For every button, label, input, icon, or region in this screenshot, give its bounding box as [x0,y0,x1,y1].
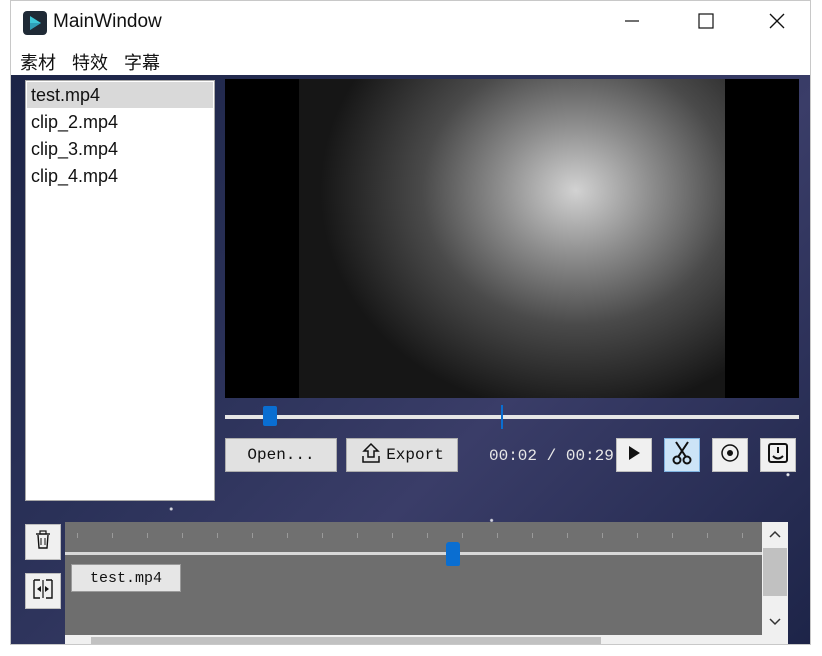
scroll-up-icon[interactable] [769,528,781,542]
time-separator: / [546,447,557,465]
ruler-tick [77,533,78,538]
play-icon [626,445,642,466]
scissors-icon [671,440,693,470]
export-label: Export [386,446,444,464]
maximize-icon [698,12,714,34]
minimize-button[interactable] [597,1,667,45]
ruler-tick [462,533,463,538]
close-icon [769,13,785,34]
time-display: 00:02 / 00:29 [489,447,614,465]
file-item[interactable]: clip_2.mp4 [27,109,213,135]
ruler-tick [707,533,708,538]
ruler-tick [217,533,218,538]
total-time: 00:29 [565,447,614,465]
timeline-horizontal-scrollbar[interactable] [65,635,762,644]
video-frame [299,79,725,398]
app-icon [23,11,47,35]
seek-slider[interactable] [225,405,799,429]
menu-item-materials[interactable]: 素材 [20,49,56,75]
timeline-vertical-scrollbar[interactable] [762,522,788,644]
vertical-scroll-thumb[interactable] [763,548,787,596]
current-time: 00:02 [489,447,538,465]
maximize-button[interactable] [671,1,741,45]
ruler-tick [322,533,323,538]
export-button[interactable]: Export [346,438,458,472]
timeline-ruler [65,522,762,552]
split-clip-button[interactable] [25,573,61,609]
ruler-tick [357,533,358,538]
close-button[interactable] [742,1,810,45]
file-list: test.mp4 clip_2.mp4 clip_3.mp4 clip_4.mp… [25,80,215,501]
delete-clip-button[interactable] [25,524,61,560]
video-preview [225,79,799,398]
ruler-tick [112,533,113,538]
ruler-tick [392,533,393,538]
title-bar: MainWindow [11,1,810,45]
seek-marker [501,405,503,429]
horizontal-scroll-thumb[interactable] [91,637,601,644]
workspace: test.mp4 clip_2.mp4 clip_3.mp4 clip_4.mp… [11,75,810,644]
ruler-tick [532,533,533,538]
ruler-tick [672,533,673,538]
ruler-tick [287,533,288,538]
menu-bar: 素材 特效 字幕 [11,45,810,75]
window-title: MainWindow [53,11,162,32]
open-button[interactable]: Open... [225,438,337,472]
file-item[interactable]: test.mp4 [27,82,213,108]
main-window: MainWindow 素材 特效 字幕 test.mp4 clip_2.mp4 … [10,0,811,645]
timeline-clip[interactable]: test.mp4 [71,564,181,592]
record-button[interactable] [712,438,748,472]
play-button[interactable] [616,438,652,472]
ruler-tick [567,533,568,538]
ruler-tick [427,533,428,538]
export-icon [360,442,382,469]
timeline-playhead[interactable] [446,542,460,566]
cut-button[interactable] [664,438,700,472]
menu-item-effects[interactable]: 特效 [72,49,108,75]
save-icon [767,442,789,469]
seek-handle[interactable] [263,406,277,426]
ruler-tick [252,533,253,538]
ruler-tick [637,533,638,538]
ruler-tick [497,533,498,538]
ruler-tick [742,533,743,538]
file-item[interactable]: clip_4.mp4 [27,163,213,189]
menu-item-subtitles[interactable]: 字幕 [124,49,160,75]
trash-icon [34,529,52,555]
record-icon [720,443,740,468]
file-item[interactable]: clip_3.mp4 [27,136,213,162]
ruler-tick [147,533,148,538]
ruler-tick [182,533,183,538]
timeline[interactable]: test.mp4 [65,522,788,644]
split-icon [32,578,54,605]
ruler-tick [602,533,603,538]
timeline-track-line [65,552,762,555]
snapshot-button[interactable] [760,438,796,472]
minimize-icon [624,13,640,34]
scroll-down-icon[interactable] [769,616,781,630]
